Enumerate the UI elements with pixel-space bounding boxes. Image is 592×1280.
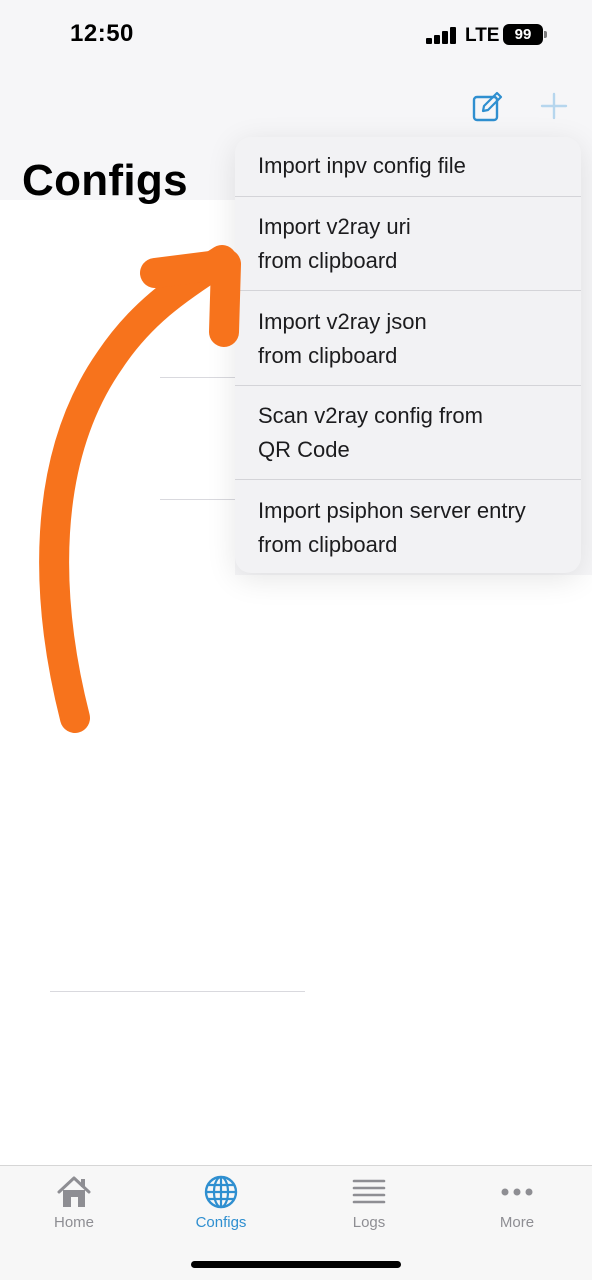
menu-item-label: from clipboard <box>258 248 398 273</box>
menu-item-label: Import inpv config file <box>258 153 466 178</box>
page-title: Configs <box>22 156 188 205</box>
tab-label: Logs <box>352 1214 386 1231</box>
list-divider <box>160 377 235 378</box>
menu-item-import-psiphon[interactable]: Import psiphon server entry from clipboa… <box>235 494 581 562</box>
app-screen: 12:50 LTE 99 Configs Import inpv config … <box>0 0 592 1280</box>
house-icon <box>57 1176 91 1207</box>
tab-label: Configs <box>195 1214 247 1231</box>
redacted-region <box>160 575 592 635</box>
menu-separator <box>235 196 581 197</box>
tab-home[interactable]: Home <box>19 1174 129 1234</box>
list-divider <box>50 991 305 992</box>
redacted-region <box>0 620 592 1165</box>
menu-item-label: Import v2ray uri <box>258 214 411 239</box>
battery-level: 99 <box>514 26 532 43</box>
home-indicator <box>191 1261 401 1268</box>
tab-configs[interactable]: Configs <box>166 1174 276 1234</box>
battery-icon: 99 <box>503 24 543 45</box>
globe-icon <box>204 1175 238 1209</box>
menu-item-label: Scan v2ray config from <box>258 403 483 428</box>
menu-item-label: Import psiphon server entry <box>258 498 526 523</box>
menu-item-import-inpv[interactable]: Import inpv config file <box>235 149 581 183</box>
tab-label: Home <box>53 1214 94 1231</box>
tab-logs[interactable]: Logs <box>314 1174 424 1234</box>
redacted-region <box>0 200 235 630</box>
menu-item-scan-qr[interactable]: Scan v2ray config from QR Code <box>235 399 581 467</box>
menu-item-label: from clipboard <box>258 343 398 368</box>
cellular-signal-icon <box>426 27 458 44</box>
menu-item-import-v2ray-uri[interactable]: Import v2ray uri from clipboard <box>235 210 581 278</box>
list-icon <box>352 1179 386 1204</box>
status-bar: 12:50 LTE 99 <box>0 0 592 70</box>
tab-more[interactable]: More <box>462 1174 572 1234</box>
menu-item-label: Import v2ray json <box>258 309 427 334</box>
menu-separator <box>235 479 581 480</box>
status-time: 12:50 <box>70 20 134 47</box>
tab-label: More <box>499 1214 535 1231</box>
plus-icon[interactable] <box>540 92 568 120</box>
menu-item-label: QR Code <box>258 437 350 462</box>
battery-tip <box>544 31 547 38</box>
import-menu: Import inpv config file Import v2ray uri… <box>235 137 581 573</box>
menu-separator <box>235 290 581 291</box>
menu-item-import-v2ray-json[interactable]: Import v2ray json from clipboard <box>235 305 581 373</box>
compose-icon[interactable] <box>470 90 504 124</box>
list-divider <box>160 499 235 500</box>
ellipsis-icon <box>501 1188 533 1196</box>
network-type: LTE <box>465 25 500 46</box>
menu-item-label: from clipboard <box>258 532 398 557</box>
menu-separator <box>235 385 581 386</box>
